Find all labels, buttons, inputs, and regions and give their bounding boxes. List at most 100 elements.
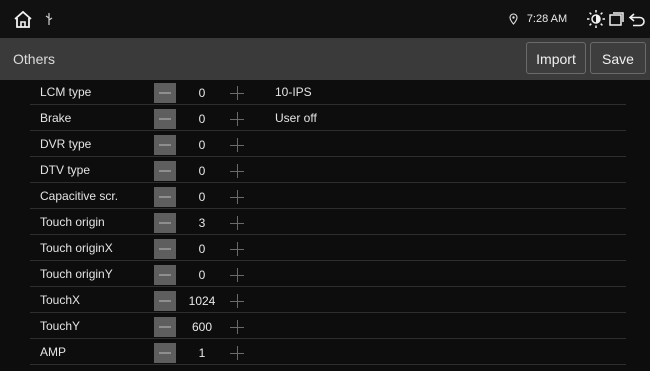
increment-button[interactable]: [226, 239, 248, 259]
plus-icon-stroke: [236, 242, 238, 256]
setting-value: 1: [198, 346, 206, 360]
decrement-button[interactable]: [154, 109, 176, 129]
page-header: Others Import Save: [0, 38, 650, 80]
row-divider: [30, 208, 626, 209]
increment-button[interactable]: [226, 135, 248, 155]
minus-icon: [159, 352, 171, 354]
back-arrow-icon[interactable]: [627, 0, 647, 38]
setting-label: Touch originY: [40, 267, 113, 281]
decrement-button[interactable]: [154, 161, 176, 181]
setting-value: 600: [191, 320, 213, 334]
minus-icon: [159, 196, 171, 198]
brightness-icon[interactable]: [584, 0, 608, 38]
setting-value: 0: [198, 138, 206, 152]
increment-button[interactable]: [226, 317, 248, 337]
page-title: Others: [13, 51, 56, 67]
setting-label: Brake: [40, 111, 72, 125]
setting-row: DTV type 0: [0, 158, 650, 183]
increment-button[interactable]: [226, 83, 248, 103]
setting-value: 0: [198, 268, 206, 282]
plus-icon-stroke: [236, 294, 238, 308]
row-divider: [30, 156, 626, 157]
status-bar: 7:28 AM: [0, 0, 650, 38]
minus-icon: [159, 248, 171, 250]
row-divider: [30, 312, 626, 313]
recent-apps-icon[interactable]: [606, 0, 626, 38]
setting-row: TouchX 1024: [0, 288, 650, 313]
setting-row: TouchY 600: [0, 314, 650, 339]
increment-button[interactable]: [226, 213, 248, 233]
setting-label: AMP: [40, 345, 67, 359]
setting-row: Touch originY 0: [0, 262, 650, 287]
import-button[interactable]: Import: [526, 42, 586, 74]
increment-button[interactable]: [226, 109, 248, 129]
plus-icon-stroke: [236, 216, 238, 230]
increment-button[interactable]: [226, 161, 248, 181]
setting-row: Brake 0 User off: [0, 106, 650, 131]
minus-icon: [159, 274, 171, 276]
decrement-button[interactable]: [154, 317, 176, 337]
setting-description: 10-IPS: [275, 85, 312, 99]
minus-icon: [159, 326, 171, 328]
setting-label: Touch origin: [40, 215, 105, 229]
setting-value: 1024: [188, 294, 216, 308]
decrement-button[interactable]: [154, 265, 176, 285]
setting-value: 0: [198, 190, 206, 204]
setting-label: LCM type: [40, 85, 92, 99]
setting-value: 0: [198, 86, 206, 100]
minus-icon: [159, 222, 171, 224]
usb-icon: [42, 0, 56, 38]
minus-icon: [159, 144, 171, 146]
decrement-button[interactable]: [154, 135, 176, 155]
increment-button[interactable]: [226, 187, 248, 207]
setting-label: Touch originX: [40, 241, 113, 255]
row-divider: [30, 260, 626, 261]
setting-row: DVR type 0: [0, 132, 650, 157]
row-divider: [30, 286, 626, 287]
setting-value: 0: [198, 242, 206, 256]
status-time: 7:28 AM: [526, 13, 568, 25]
plus-icon-stroke: [236, 268, 238, 282]
setting-row: AMP 1: [0, 340, 650, 365]
row-divider: [30, 130, 626, 131]
plus-icon-stroke: [236, 138, 238, 152]
plus-icon-stroke: [236, 320, 238, 334]
save-button[interactable]: Save: [590, 42, 646, 74]
plus-icon-stroke: [236, 112, 238, 126]
plus-icon-stroke: [236, 190, 238, 204]
setting-row: Touch origin 3: [0, 210, 650, 235]
row-divider: [30, 182, 626, 183]
decrement-button[interactable]: [154, 343, 176, 363]
minus-icon: [159, 170, 171, 172]
setting-row: Capacitive scr. 0: [0, 184, 650, 209]
row-divider: [30, 338, 626, 339]
plus-icon-stroke: [236, 86, 238, 100]
setting-value: 3: [198, 216, 206, 230]
decrement-button[interactable]: [154, 291, 176, 311]
decrement-button[interactable]: [154, 213, 176, 233]
setting-description: User off: [275, 111, 317, 125]
increment-button[interactable]: [226, 265, 248, 285]
row-divider: [30, 234, 626, 235]
minus-icon: [159, 300, 171, 302]
minus-icon: [159, 92, 171, 94]
decrement-button[interactable]: [154, 83, 176, 103]
increment-button[interactable]: [226, 291, 248, 311]
row-divider: [30, 364, 626, 365]
setting-row: LCM type 0 10-IPS: [0, 80, 650, 105]
setting-label: Capacitive scr.: [40, 189, 119, 203]
home-icon[interactable]: [12, 0, 34, 38]
minus-icon: [159, 118, 171, 120]
increment-button[interactable]: [226, 343, 248, 363]
decrement-button[interactable]: [154, 187, 176, 207]
setting-label: TouchX: [40, 293, 81, 307]
setting-label: DVR type: [40, 137, 92, 151]
setting-row: Touch originX 0: [0, 236, 650, 261]
decrement-button[interactable]: [154, 239, 176, 259]
plus-icon-stroke: [236, 346, 238, 360]
plus-icon-stroke: [236, 164, 238, 178]
setting-label: TouchY: [40, 319, 81, 333]
setting-value: 0: [198, 112, 206, 126]
location-pin-icon: [507, 0, 519, 38]
setting-label: DTV type: [40, 163, 91, 177]
